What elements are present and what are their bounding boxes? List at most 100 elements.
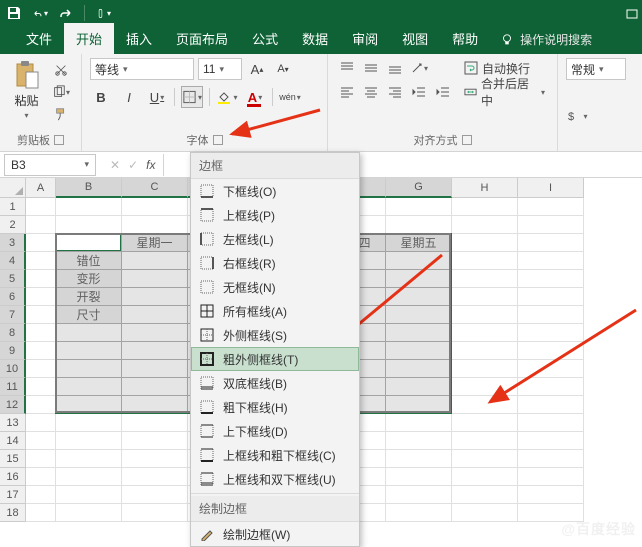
- cell[interactable]: [122, 486, 188, 504]
- dropdown-item[interactable]: 外侧框线(S): [191, 323, 359, 347]
- cell[interactable]: [26, 216, 56, 234]
- cell[interactable]: [122, 270, 188, 288]
- cell[interactable]: [122, 252, 188, 270]
- cell[interactable]: [518, 396, 584, 414]
- cell[interactable]: [56, 198, 122, 216]
- dropdown-item[interactable]: 粗外侧框线(T): [191, 347, 359, 371]
- cell[interactable]: [122, 504, 188, 522]
- dropdown-item[interactable]: 双底框线(B): [191, 371, 359, 395]
- row-header-18[interactable]: 18: [0, 504, 26, 522]
- cell[interactable]: [26, 468, 56, 486]
- cell[interactable]: [518, 486, 584, 504]
- cell[interactable]: [386, 342, 452, 360]
- cell[interactable]: [386, 378, 452, 396]
- cell[interactable]: [452, 198, 518, 216]
- cell[interactable]: [518, 432, 584, 450]
- orientation-icon[interactable]: ▾: [408, 58, 430, 78]
- col-header-G[interactable]: G: [386, 178, 452, 198]
- row-header-15[interactable]: 15: [0, 450, 26, 468]
- cell[interactable]: [56, 378, 122, 396]
- dropdown-item[interactable]: 所有框线(A): [191, 299, 359, 323]
- cell[interactable]: [26, 432, 56, 450]
- cell[interactable]: [518, 450, 584, 468]
- cell[interactable]: [518, 324, 584, 342]
- cell[interactable]: [26, 306, 56, 324]
- cell[interactable]: [518, 378, 584, 396]
- cut-button[interactable]: [49, 60, 73, 80]
- cell[interactable]: [386, 468, 452, 486]
- cell[interactable]: [26, 396, 56, 414]
- row-header-17[interactable]: 17: [0, 486, 26, 504]
- cell[interactable]: [26, 234, 56, 252]
- alignment-launcher-icon[interactable]: [462, 135, 472, 145]
- row-header-2[interactable]: 2: [0, 216, 26, 234]
- row-header-3[interactable]: 3: [0, 234, 26, 252]
- col-header-H[interactable]: H: [452, 178, 518, 198]
- cell[interactable]: [26, 486, 56, 504]
- name-box[interactable]: B3 ▾: [4, 154, 96, 176]
- cell[interactable]: [56, 342, 122, 360]
- font-color-button[interactable]: A▾: [244, 86, 266, 108]
- font-launcher-icon[interactable]: [213, 135, 223, 145]
- row-header-10[interactable]: 10: [0, 360, 26, 378]
- cell[interactable]: [386, 324, 452, 342]
- cell[interactable]: [518, 342, 584, 360]
- dropdown-item[interactable]: 上框线和粗下框线(C): [191, 443, 359, 467]
- cell[interactable]: 星期一: [122, 234, 188, 252]
- row-header-12[interactable]: 12: [0, 396, 26, 414]
- cell[interactable]: [452, 324, 518, 342]
- cell[interactable]: [122, 342, 188, 360]
- cell[interactable]: [452, 306, 518, 324]
- cell[interactable]: [122, 306, 188, 324]
- cell[interactable]: [122, 198, 188, 216]
- cell[interactable]: [518, 360, 584, 378]
- cell[interactable]: [26, 252, 56, 270]
- paste-button[interactable]: 粘贴 ▾: [8, 58, 45, 120]
- cell[interactable]: [386, 450, 452, 468]
- row-header-11[interactable]: 11: [0, 378, 26, 396]
- cell[interactable]: [518, 306, 584, 324]
- cell[interactable]: [518, 234, 584, 252]
- cell[interactable]: [452, 450, 518, 468]
- cell[interactable]: 错位: [56, 252, 122, 270]
- cell[interactable]: [518, 216, 584, 234]
- dropdown-item[interactable]: 左框线(L): [191, 227, 359, 251]
- cell[interactable]: [386, 486, 452, 504]
- decrease-indent-icon[interactable]: [408, 82, 430, 102]
- cell[interactable]: [26, 360, 56, 378]
- cell[interactable]: [56, 450, 122, 468]
- enter-icon[interactable]: ✓: [128, 158, 138, 172]
- cell[interactable]: [452, 288, 518, 306]
- cell[interactable]: [122, 288, 188, 306]
- dropdown-item[interactable]: 绘制边框(W): [191, 522, 359, 546]
- align-left-icon[interactable]: [336, 82, 358, 102]
- tab-file[interactable]: 文件: [14, 23, 64, 54]
- cell[interactable]: [26, 342, 56, 360]
- format-painter-button[interactable]: [49, 104, 73, 124]
- cell[interactable]: [122, 468, 188, 486]
- cell[interactable]: [452, 486, 518, 504]
- cell[interactable]: [452, 252, 518, 270]
- cell[interactable]: [26, 378, 56, 396]
- cell[interactable]: [452, 360, 518, 378]
- align-bottom-icon[interactable]: [384, 58, 406, 78]
- align-top-icon[interactable]: [336, 58, 358, 78]
- dropdown-item[interactable]: 上框线(P): [191, 203, 359, 227]
- cell[interactable]: 星期五: [386, 234, 452, 252]
- cell[interactable]: [386, 306, 452, 324]
- cell[interactable]: [56, 432, 122, 450]
- merge-center-button[interactable]: 合并后居中 ▾: [460, 82, 549, 102]
- cell[interactable]: [452, 414, 518, 432]
- cell[interactable]: [386, 360, 452, 378]
- row-header-14[interactable]: 14: [0, 432, 26, 450]
- cell[interactable]: [386, 252, 452, 270]
- tab-home[interactable]: 开始: [64, 23, 114, 54]
- select-all-triangle[interactable]: [0, 178, 26, 198]
- cell[interactable]: [386, 504, 452, 522]
- cell[interactable]: [122, 324, 188, 342]
- cell[interactable]: [518, 252, 584, 270]
- cell[interactable]: [56, 504, 122, 522]
- increase-font-icon[interactable]: A▴: [246, 58, 268, 80]
- cell[interactable]: [26, 324, 56, 342]
- align-middle-icon[interactable]: [360, 58, 382, 78]
